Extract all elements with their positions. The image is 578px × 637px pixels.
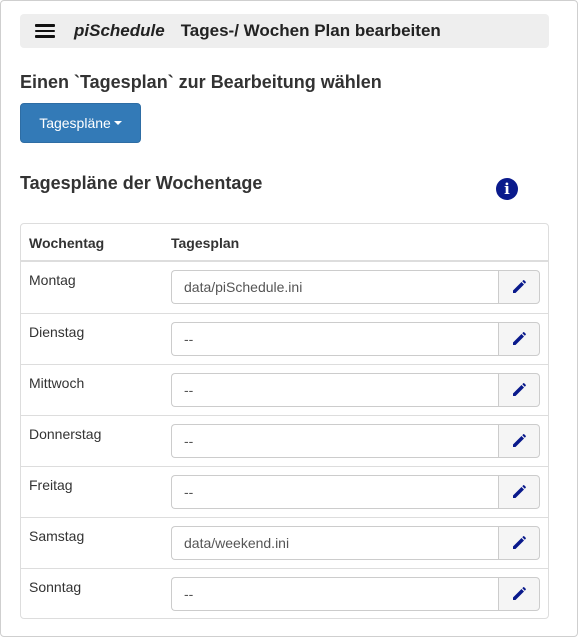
plan-input-sonntag[interactable] (171, 577, 499, 611)
column-header-weekday: Wochentag (29, 235, 105, 251)
plan-input-donnerstag[interactable] (171, 424, 499, 458)
table-row: Donnerstag (21, 415, 548, 466)
edit-button[interactable] (498, 270, 540, 304)
column-header-plan: Tagesplan (171, 235, 240, 251)
plan-input-mittwoch[interactable] (171, 373, 499, 407)
table-header: Wochentag Tagesplan (21, 224, 548, 262)
weekday-label: Montag (29, 272, 76, 288)
dropdown-label: Tagespläne (39, 115, 111, 131)
app-window: piSchedule Tages-/ Wochen Plan bearbeite… (0, 0, 578, 637)
pencil-icon (513, 485, 526, 498)
table-row: Montag (21, 262, 548, 313)
pencil-icon (513, 536, 526, 549)
tagesplaene-dropdown-button[interactable]: Tagespläne (20, 103, 141, 143)
plan-input-group (171, 322, 540, 356)
weekday-label: Samstag (29, 528, 85, 544)
pencil-icon (513, 332, 526, 345)
edit-button[interactable] (498, 322, 540, 356)
weekday-label: Mittwoch (29, 375, 85, 391)
pencil-icon (513, 587, 526, 600)
plan-input-group (171, 475, 540, 509)
plan-input-group (171, 424, 540, 458)
pencil-icon (513, 383, 526, 396)
edit-button[interactable] (498, 424, 540, 458)
pencil-icon (513, 280, 526, 293)
page-title: Tages-/ Wochen Plan bearbeiten (180, 21, 441, 40)
plan-input-samstag[interactable] (171, 526, 499, 560)
navbar: piSchedule Tages-/ Wochen Plan bearbeite… (20, 14, 549, 48)
weekday-label: Donnerstag (29, 426, 102, 442)
weekday-plan-table: Wochentag Tagesplan Montag Dienstag Mit (20, 223, 549, 619)
weekday-label: Sonntag (29, 579, 82, 595)
plan-input-group (171, 526, 540, 560)
caret-down-icon (113, 121, 122, 125)
plan-input-group (171, 270, 540, 304)
info-icon[interactable]: i (496, 178, 518, 200)
plan-input-montag[interactable] (171, 270, 499, 304)
plan-input-dienstag[interactable] (171, 322, 499, 356)
table-row: Samstag (21, 517, 548, 568)
table-row: Freitag (21, 466, 548, 517)
choose-plan-heading: Einen `Tagesplan` zur Bearbeitung wählen (20, 72, 382, 92)
plan-input-group (171, 577, 540, 611)
edit-button[interactable] (498, 526, 540, 560)
table-row: Mittwoch (21, 364, 548, 415)
edit-button[interactable] (498, 577, 540, 611)
weekday-plans-heading: Tagespläne der Wochentage (20, 173, 263, 193)
brand-logo[interactable]: piSchedule (74, 21, 165, 41)
menu-icon[interactable] (35, 24, 55, 38)
plan-input-group (171, 373, 540, 407)
edit-button[interactable] (498, 373, 540, 407)
pencil-icon (513, 434, 526, 447)
table-row: Dienstag (21, 313, 548, 364)
table-row: Sonntag (21, 568, 548, 619)
edit-button[interactable] (498, 475, 540, 509)
plan-input-freitag[interactable] (171, 475, 499, 509)
weekday-label: Freitag (29, 477, 73, 493)
weekday-label: Dienstag (29, 324, 85, 340)
